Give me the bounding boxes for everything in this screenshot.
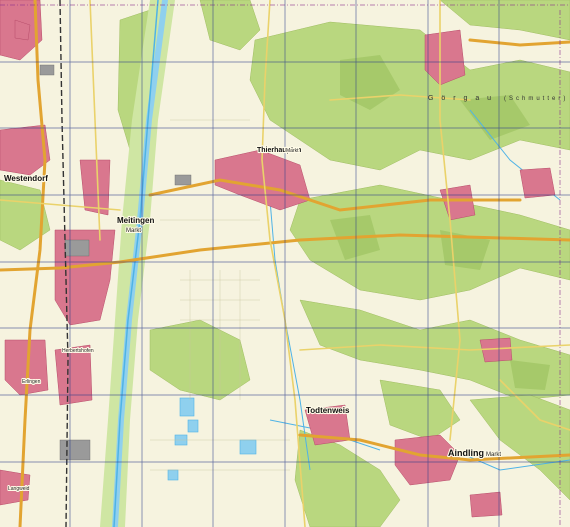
label-langweid: Langweid [8, 486, 30, 492]
label-region-left: G ö r g a u [428, 95, 494, 102]
label-thierhaupten-sub: Markt [286, 148, 299, 154]
label-todtenweis: Todtenweis [306, 406, 350, 415]
label-erlingen: Erlingen [22, 379, 41, 385]
label-herbertshofen: Herbertshofen [62, 348, 94, 354]
herbertshofen-area [54, 344, 93, 406]
label-aindling: Aindling [448, 448, 484, 458]
label-region-right: (Schmutter) [504, 96, 568, 102]
map-canvas: Westendorf Meitingen Markt Thierhaupten … [0, 0, 570, 527]
topographic-map[interactable]: Westendorf Meitingen Markt Thierhaupten … [0, 0, 570, 527]
label-meitingen-sub: Markt [126, 228, 141, 234]
label-meitingen: Meitingen [117, 216, 154, 225]
label-aindling-sub: Markt [486, 452, 501, 458]
label-westendorf: Westendorf [4, 174, 48, 183]
